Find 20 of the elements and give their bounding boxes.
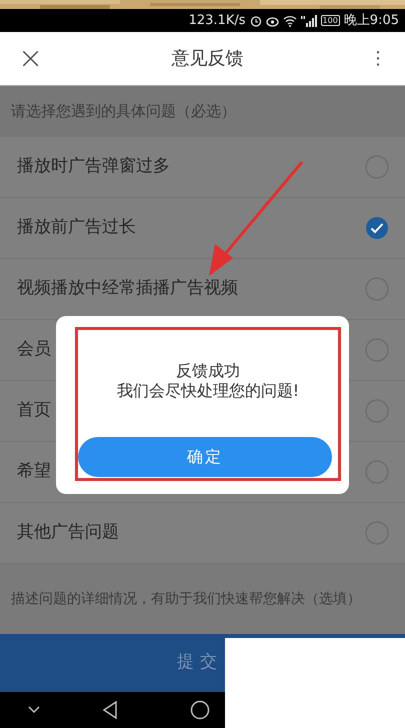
dialog-message: 我们会尽快处理您的问题! [116,381,300,401]
chevron-down-icon[interactable] [28,706,40,714]
dialog-title: 反馈成功 [176,361,240,381]
section-prompt: 请选择您遇到的具体问题（必选） [0,86,405,137]
submit-button[interactable]: 提交 [0,634,225,692]
alarm-icon [250,14,262,26]
close-button[interactable]: × [18,36,48,81]
network-speed: 123.1K/s [188,12,246,30]
clock-time: 晚上9:05 [344,12,399,30]
checked-radio-icon[interactable] [365,216,389,240]
eye-icon [266,14,279,26]
confirm-button[interactable]: 确定 [78,437,332,477]
back-icon[interactable] [102,700,118,720]
details-field[interactable]: 描述问题的详细情况，有助于我们快速帮您解决（选填） [0,564,405,634]
wifi-icon [282,14,297,26]
more-menu-button[interactable]: ⋮ [367,45,387,72]
signal-icon [300,14,317,26]
home-icon[interactable] [190,700,210,720]
page-title: 意见反馈 [170,47,244,71]
battery-indicator: 100 [320,15,340,26]
